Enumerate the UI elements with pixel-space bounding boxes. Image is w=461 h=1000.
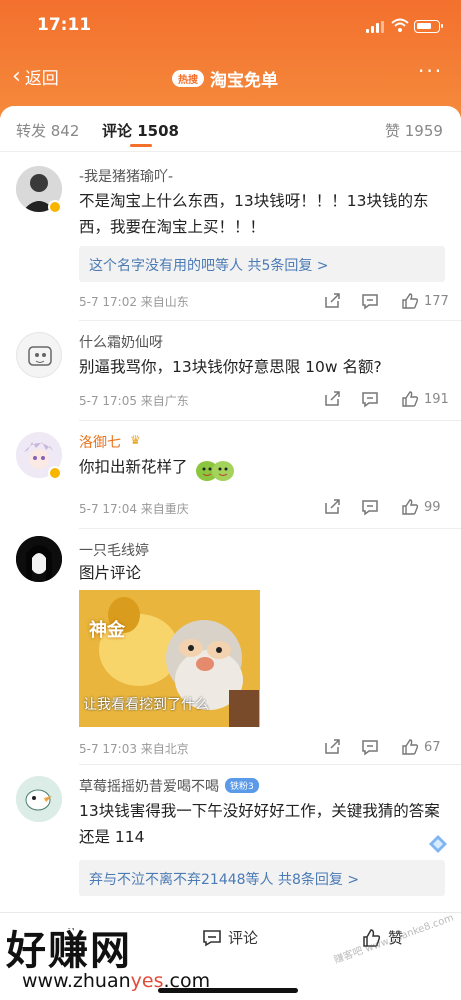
thumbs-up-icon[interactable] bbox=[401, 738, 419, 756]
thumbs-up-icon[interactable] bbox=[401, 292, 419, 310]
tab-comments[interactable]: 评论 1508 bbox=[102, 120, 179, 141]
like-count: 99 bbox=[424, 500, 441, 515]
divider bbox=[79, 420, 461, 421]
status-bar: 17:11 bbox=[0, 0, 461, 48]
comment-button[interactable]: 评论 bbox=[202, 927, 258, 948]
like-count: 67 bbox=[424, 740, 441, 755]
comment-text: 你扣出新花样了 bbox=[79, 458, 188, 476]
crown-icon: ♛ bbox=[130, 433, 141, 447]
comment-icon bbox=[203, 929, 221, 946]
comment-actions: 191 bbox=[323, 390, 453, 410]
tab-reposts[interactable]: 转发 842 bbox=[16, 120, 79, 141]
comment-actions: 99 bbox=[323, 498, 453, 518]
thumbs-up-icon[interactable] bbox=[401, 498, 419, 516]
comment-actions: 67 bbox=[323, 738, 453, 758]
comment-icon[interactable] bbox=[361, 390, 379, 408]
like-count: 177 bbox=[424, 294, 449, 309]
comment-button-label: 评论 bbox=[228, 929, 259, 947]
share-icon[interactable] bbox=[323, 498, 341, 516]
comment-meta: 5-7 17:05 来自广东 bbox=[79, 394, 189, 408]
comment-meta: 5-7 17:02 来自山东 bbox=[79, 295, 189, 309]
battery-icon bbox=[414, 20, 443, 33]
wifi-icon bbox=[391, 18, 409, 32]
comment-icon[interactable] bbox=[361, 292, 379, 310]
diamond-icon bbox=[429, 835, 447, 853]
verified-badge-icon bbox=[48, 466, 62, 480]
avatar[interactable] bbox=[16, 536, 62, 582]
home-indicator bbox=[158, 988, 298, 993]
meme-caption-top: 神金 bbox=[89, 620, 125, 641]
comment-username[interactable]: -我是猪猪瑜吖- bbox=[79, 166, 173, 186]
divider bbox=[79, 528, 461, 529]
comment-icon[interactable] bbox=[361, 738, 379, 756]
emoji-sticker-icon bbox=[196, 461, 234, 481]
watermark-url-a: www.zhuan bbox=[22, 970, 131, 992]
active-tab-indicator bbox=[130, 144, 152, 147]
divider bbox=[79, 320, 461, 321]
comment-actions: 177 bbox=[323, 292, 453, 312]
comment-icon[interactable] bbox=[361, 498, 379, 516]
watermark-logo: 好赚网 bbox=[6, 928, 132, 974]
chevron-left-icon: ‹ bbox=[12, 63, 21, 89]
status-time: 17:11 bbox=[37, 15, 92, 35]
comment-username[interactable]: 什么霜奶仙呀 bbox=[79, 332, 163, 352]
comment-username[interactable]: 草莓摇摇奶昔爱喝不喝 铁粉3 bbox=[79, 776, 259, 796]
nav-bar: ‹ 返回 热搜 淘宝免单 ··· bbox=[0, 56, 461, 100]
comment-meta: 5-7 17:03 来自北京 bbox=[79, 742, 189, 756]
share-icon[interactable] bbox=[323, 738, 341, 756]
page-title: 淘宝免单 bbox=[210, 71, 278, 91]
comment-meta: 5-7 17:04 来自重庆 bbox=[79, 502, 189, 516]
replies-preview[interactable]: 这个名字没有用的吧等人 共5条回复 > bbox=[79, 246, 445, 282]
more-icon[interactable]: ··· bbox=[418, 59, 443, 83]
thumbs-up-icon[interactable] bbox=[401, 390, 419, 408]
back-label: 返回 bbox=[24, 69, 59, 89]
tab-likes[interactable]: 赞 1959 bbox=[385, 120, 443, 141]
avatar[interactable] bbox=[16, 332, 62, 378]
comment-username[interactable]: 一只毛线婷 bbox=[79, 540, 149, 560]
comment-text: 13块钱害得我一下午没好好好工作，关键我猜的答案还是 114 bbox=[79, 802, 440, 846]
share-icon[interactable] bbox=[323, 390, 341, 408]
fan-level-badge: 铁粉3 bbox=[225, 778, 259, 793]
back-button[interactable]: ‹ 返回 bbox=[12, 64, 59, 89]
comment-text: 别逼我骂你，13块钱你好意思限 10w 名额? bbox=[79, 358, 382, 376]
hot-search-badge: 热搜 bbox=[172, 70, 204, 87]
tab-bar: 转发 842 评论 1508 赞 1959 bbox=[0, 106, 461, 152]
verified-badge-icon bbox=[48, 200, 62, 214]
signal-icon bbox=[366, 21, 384, 33]
share-icon[interactable] bbox=[323, 292, 341, 310]
replies-preview[interactable]: 弃与不泣不离不弃21448等人 共8条回复 > bbox=[79, 860, 445, 896]
like-count: 191 bbox=[424, 392, 449, 407]
topic-title: 热搜 淘宝免单 bbox=[172, 66, 278, 91]
comment-image[interactable]: 神金 让我看看挖到了什么 bbox=[79, 590, 260, 727]
comment-text: 图片评论 bbox=[79, 564, 142, 582]
comment-username-text: 草莓摇摇奶昔爱喝不喝 bbox=[79, 779, 219, 795]
comment-text: 不是淘宝上什么东西，13块钱呀！！！13块钱的东西，我要在淘宝上买！！！ bbox=[79, 192, 429, 236]
divider bbox=[79, 764, 461, 765]
avatar[interactable] bbox=[16, 776, 62, 822]
meme-caption-bottom: 让我看看挖到了什么 bbox=[83, 697, 209, 713]
comment-username[interactable]: 洛御七 bbox=[79, 432, 121, 452]
